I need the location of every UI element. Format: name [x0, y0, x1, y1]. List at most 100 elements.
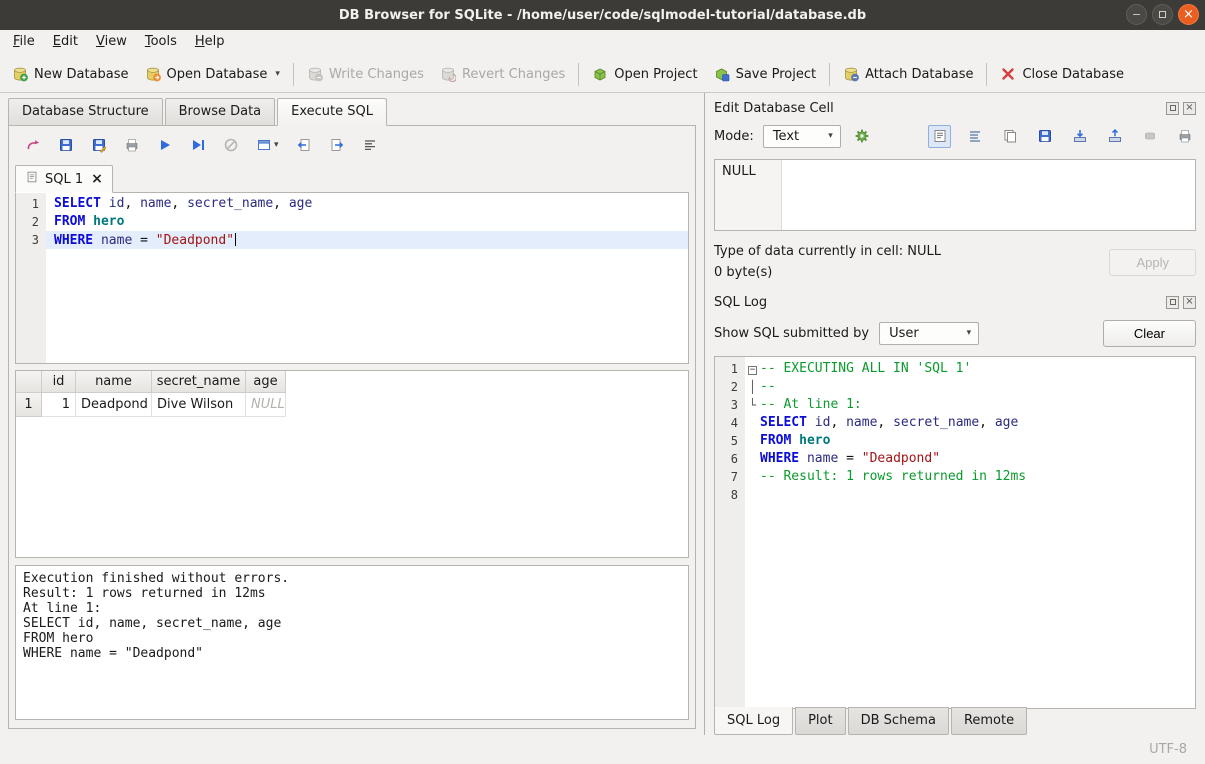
text-mode-icon[interactable]	[928, 125, 951, 148]
close-button[interactable]: ×	[1178, 4, 1199, 25]
code-text: -- At line 1:	[760, 396, 1195, 414]
tab-database-structure[interactable]: Database Structure	[8, 98, 163, 126]
save-sql-as-icon[interactable]	[91, 137, 107, 153]
window-controls: − ×	[1126, 4, 1199, 25]
table-body: 11DeadpondDive WilsonNULL	[16, 393, 688, 417]
menu-tools[interactable]: Tools	[136, 30, 186, 56]
save-icon[interactable]	[1033, 125, 1056, 148]
close-database-button[interactable]: Close Database	[992, 61, 1132, 87]
toolbar-button-label: Close Database	[1022, 67, 1124, 82]
doc-arrow-right-icon[interactable]	[329, 137, 345, 153]
close-panel-icon[interactable]: ×	[1183, 102, 1196, 115]
chevron-down-icon: ▾	[274, 140, 279, 150]
format-lines-icon[interactable]	[362, 137, 378, 153]
revert-changes-icon	[440, 66, 456, 82]
cell-editor-body[interactable]	[782, 160, 1195, 230]
stop-icon	[223, 137, 239, 153]
code-text: SELECT id, name, secret_name, age	[760, 414, 1195, 432]
table-cell[interactable]: 1	[42, 393, 76, 417]
undock-icon[interactable]	[1166, 102, 1179, 115]
menu-edit[interactable]: Edit	[44, 30, 87, 56]
column-header-id[interactable]: id	[42, 371, 76, 393]
message-line: SELECT id, name, secret_name, age	[23, 616, 681, 631]
print-icon[interactable]	[124, 137, 140, 153]
main-content: Database StructureBrowse DataExecute SQL…	[0, 93, 1205, 735]
chevron-down-icon[interactable]: ▾	[275, 69, 280, 79]
menu-file[interactable]: File	[4, 30, 44, 56]
mode-label: Mode:	[714, 129, 754, 144]
line-number: 1	[715, 360, 745, 378]
open-project-icon	[592, 66, 608, 82]
row-number[interactable]: 1	[16, 393, 42, 417]
execute-all-icon[interactable]	[157, 137, 173, 153]
code-text: WHERE name = "Deadpond"	[46, 231, 688, 249]
fold-column	[745, 468, 760, 486]
code-text: -- EXECUTING ALL IN 'SQL 1'	[760, 360, 1195, 378]
code-line: 1SELECT id, name, secret_name, age	[16, 195, 688, 213]
table-cell[interactable]: Deadpond	[76, 393, 152, 417]
table-cell[interactable]: NULL	[246, 393, 286, 417]
sql-log-area[interactable]: 1−-- EXECUTING ALL IN 'SQL 1'2│--3└-- At…	[714, 356, 1196, 709]
chevron-down-icon: ▾	[967, 328, 972, 338]
column-header-name[interactable]: name	[76, 371, 152, 393]
log-filter-row: Show SQL submitted by User ▾ Clear	[714, 317, 1196, 349]
tab-execute-sql[interactable]: Execute SQL	[277, 98, 387, 126]
print-icon[interactable]	[1173, 125, 1196, 148]
menubar: FileEditViewToolsHelp	[0, 30, 1205, 56]
attach-database-button[interactable]: Attach Database	[835, 61, 981, 87]
fold-column: −	[745, 360, 760, 378]
save-project-button[interactable]: Save Project	[706, 61, 825, 87]
export-icon[interactable]	[1103, 125, 1126, 148]
wrap-lines-icon[interactable]	[963, 125, 986, 148]
undock-icon[interactable]	[1166, 296, 1179, 309]
cell-editor[interactable]: NULL	[714, 159, 1196, 231]
toolbar-button-label: New Database	[34, 67, 129, 82]
message-line: FROM hero	[23, 631, 681, 646]
code-line: 6WHERE name = "Deadpond"	[715, 450, 1195, 468]
open-sql-file-icon[interactable]	[25, 137, 41, 153]
tab-remote[interactable]: Remote	[951, 707, 1027, 735]
close-tab-icon[interactable]: ×	[91, 172, 103, 186]
tab-browse-data[interactable]: Browse Data	[165, 98, 276, 126]
close-panel-icon[interactable]: ×	[1183, 296, 1196, 309]
set-null-icon[interactable]	[1138, 125, 1161, 148]
open-query-tab-icon[interactable]: ▾	[256, 137, 279, 153]
maximize-button[interactable]	[1152, 4, 1173, 25]
fold-column	[745, 450, 760, 468]
code-line: 5FROM hero	[715, 432, 1195, 450]
fold-column: └	[745, 396, 760, 414]
cell-value: NULL	[722, 164, 756, 179]
clear-button[interactable]: Clear	[1103, 320, 1196, 347]
new-database-icon	[12, 66, 28, 82]
code-text: SELECT id, name, secret_name, age	[46, 195, 688, 213]
line-number: 2	[16, 213, 46, 231]
doc-arrow-left-icon[interactable]	[296, 137, 312, 153]
gear-icon[interactable]	[850, 124, 875, 149]
open-project-button[interactable]: Open Project	[584, 61, 705, 87]
sql-editor[interactable]: 1SELECT id, name, secret_name, age2FROM …	[15, 192, 689, 364]
code-text: FROM hero	[46, 213, 688, 231]
copy-icon[interactable]	[998, 125, 1021, 148]
cell-info-row: Type of data currently in cell: NULL 0 b…	[714, 244, 1196, 280]
table-cell[interactable]: Dive Wilson	[152, 393, 246, 417]
column-header-age[interactable]: age	[246, 371, 286, 393]
cell-size-text: 0 byte(s)	[714, 265, 941, 280]
tab-db-schema[interactable]: DB Schema	[848, 707, 949, 735]
titlebar[interactable]: DB Browser for SQLite - /home/user/code/…	[0, 0, 1205, 30]
execute-line-icon[interactable]	[190, 137, 206, 153]
fold-collapse-icon[interactable]: −	[748, 366, 757, 375]
menu-help[interactable]: Help	[186, 30, 234, 56]
tab-sql-log[interactable]: SQL Log	[714, 707, 793, 735]
code-text: --	[760, 378, 1195, 396]
column-header-secret_name[interactable]: secret_name	[152, 371, 246, 393]
new-database-button[interactable]: New Database	[4, 61, 137, 87]
sql-tab[interactable]: SQL 1 ×	[15, 165, 113, 193]
import-icon[interactable]	[1068, 125, 1091, 148]
tab-plot[interactable]: Plot	[795, 707, 846, 735]
save-sql-file-icon[interactable]	[58, 137, 74, 153]
menu-view[interactable]: View	[87, 30, 136, 56]
log-filter-select[interactable]: User ▾	[879, 322, 979, 345]
open-database-button[interactable]: Open Database▾	[137, 61, 288, 87]
mode-select[interactable]: Text ▾	[763, 125, 841, 148]
minimize-button[interactable]: −	[1126, 4, 1147, 25]
